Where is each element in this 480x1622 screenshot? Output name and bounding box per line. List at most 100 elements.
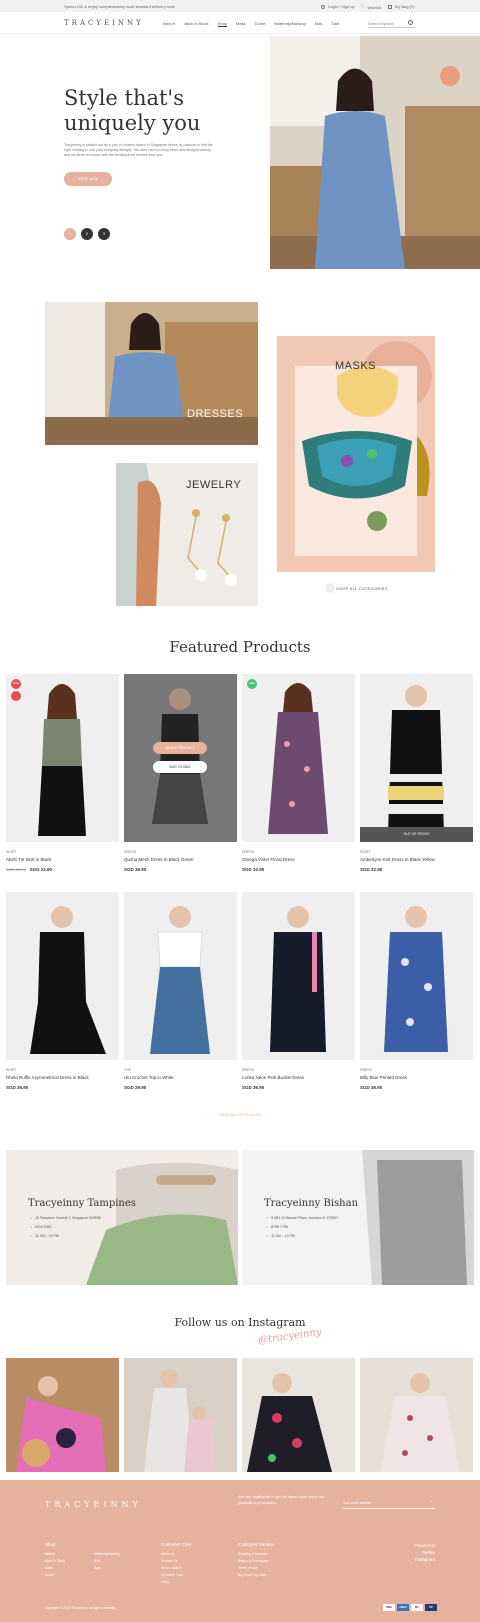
- footer-link[interactable]: Buy Now Pay Later: [238, 1572, 274, 1579]
- category-dresses[interactable]: DRESSES: [45, 302, 258, 445]
- search-icon[interactable]: [408, 20, 413, 25]
- view-all-products-link[interactable]: VIEW ALL PRODUCTS: [0, 1112, 480, 1117]
- footer: TRACYEINNY Join our mailing list to get …: [0, 1480, 480, 1622]
- instagram-photo-1: [6, 1358, 119, 1472]
- arrow-right-icon[interactable]: ›: [430, 1499, 432, 1505]
- footer-link[interactable]: Curve: [45, 1572, 65, 1579]
- product-image-7[interactable]: [242, 892, 355, 1060]
- instagram-post-3[interactable]: [242, 1358, 355, 1472]
- category-jewelry[interactable]: JEWELRY: [116, 463, 258, 606]
- product-photo-5: [6, 892, 119, 1060]
- nav-item-curve[interactable]: Curve: [255, 21, 266, 27]
- instagram-post-2[interactable]: [124, 1358, 237, 1472]
- chevron-right-icon: [325, 583, 335, 593]
- footer-link[interactable]: Kids: [94, 1558, 120, 1565]
- product-image-8[interactable]: [360, 892, 473, 1060]
- nav-item-shop[interactable]: Shop: [217, 21, 228, 27]
- top-bar: Spend 100 & enjoy complimentary local st…: [0, 0, 480, 12]
- footer-logo[interactable]: TRACYEINNY: [45, 1500, 142, 1509]
- footer-link[interactable]: FAQs: [161, 1579, 192, 1586]
- product-card-3: DRESS Omega Violet Floral Dress SGD 32.9…: [242, 850, 295, 872]
- product-image-6[interactable]: [124, 892, 237, 1060]
- instagram-post-1[interactable]: [6, 1358, 119, 1472]
- nav-item-new-in[interactable]: New In: [163, 21, 175, 27]
- bag-link[interactable]: My Bag (0): [388, 4, 415, 9]
- wishlist-link[interactable]: ♡ Wishlist: [360, 4, 381, 10]
- footer-link[interactable]: Customer Care: [161, 1572, 192, 1579]
- slide-dot-3[interactable]: 3: [98, 228, 110, 240]
- store-card-bishan[interactable]: Tracyeinny Bishan ● 9 #B1-10 Bishan Place…: [242, 1150, 474, 1285]
- visa-icon: VISA: [383, 1604, 395, 1611]
- newsletter-email-input[interactable]: Your email address: [343, 1499, 435, 1509]
- instagram-post-4[interactable]: [360, 1358, 473, 1472]
- footer-col-shop-2: Maternity/Nursing Kids Sale: [94, 1542, 120, 1572]
- footer-link[interactable]: Mask: [45, 1565, 65, 1572]
- heart-icon: ♡: [360, 4, 365, 10]
- instagram-handle[interactable]: @tracyeinny: [258, 1327, 323, 1347]
- shop-all-categories-link[interactable]: SHOP ALL CATEGORIES: [336, 586, 388, 591]
- instagram-photo-2: [124, 1358, 237, 1472]
- category-dresses-label: DRESSES: [187, 408, 244, 420]
- store-card-tampines[interactable]: Tracyeinny Tampines ● 10 Tampines Central…: [6, 1150, 238, 1285]
- logo[interactable]: TRACYEINNY: [64, 19, 144, 27]
- location-icon: ●: [30, 1216, 33, 1220]
- product-card-2: DRESS Qusha Mesh Dress In Black Green SG…: [124, 850, 194, 872]
- nav-item-mask[interactable]: Mask: [236, 21, 246, 27]
- footer-link[interactable]: Maternity/Nursing: [94, 1551, 120, 1558]
- product-photo-2: [124, 674, 237, 842]
- product-image-5[interactable]: [6, 892, 119, 1060]
- product-image-1[interactable]: [6, 674, 119, 842]
- footer-link[interactable]: Shipping & Delivery: [238, 1551, 274, 1558]
- featured-title: Featured Products: [169, 638, 311, 656]
- product-card-5: SKIRT Rhela Ruffle Asymmetrical Dress in…: [6, 1068, 89, 1090]
- quick-view-button[interactable]: QUICK PRODUCT: [153, 742, 207, 754]
- dresses-photo: [45, 302, 258, 445]
- copyright: Copyright © 2020 Tracyeinny. All rights …: [45, 1606, 117, 1610]
- slide-dot-1[interactable]: 1: [64, 228, 76, 240]
- nav-item-sale[interactable]: Sale: [331, 21, 339, 27]
- footer-col-service: Customer Service Shipping & Delivery Ret…: [238, 1542, 274, 1579]
- footer-social: Facebook Twitter Instagram: [395, 1542, 435, 1563]
- location-icon: ●: [266, 1216, 269, 1220]
- slide-dot-2[interactable]: 2: [81, 228, 93, 240]
- footer-link[interactable]: New In: [45, 1551, 65, 1558]
- product-image-4[interactable]: [360, 674, 473, 842]
- footer-link[interactable]: Sale: [94, 1565, 120, 1572]
- paypal-icon: PP: [425, 1604, 437, 1611]
- promo-text: Spend 100 & enjoy complimentary local st…: [64, 4, 176, 9]
- footer-col-care: Customer Care About Us Contact Us Store …: [161, 1542, 192, 1586]
- product-photo-7: [242, 892, 355, 1060]
- product-image-2[interactable]: [124, 674, 237, 842]
- nav-menu: New In Back in Stock Shop Mask Curve Mat…: [163, 21, 339, 27]
- footer-col-shop: Shop New In Back in Stock Mask Curve: [45, 1542, 65, 1579]
- heart-icon[interactable]: [11, 691, 21, 701]
- nav-item-kids[interactable]: Kids: [315, 21, 323, 27]
- category-masks[interactable]: MASKS: [277, 336, 435, 572]
- footer-link[interactable]: Terms of Use: [238, 1565, 274, 1572]
- product-photo-3: [242, 674, 355, 842]
- product-card-8: DRESS Billy Blue Printed Dress SGD 36.90: [360, 1068, 408, 1090]
- login-link[interactable]: Login / Sign up: [321, 4, 355, 9]
- footer-link[interactable]: Contact Us: [161, 1558, 192, 1565]
- footer-link[interactable]: About Us: [161, 1551, 192, 1558]
- facebook-link[interactable]: Facebook: [395, 1542, 435, 1549]
- newsletter-text: Join our mailing list to get the latest …: [238, 1495, 325, 1505]
- payment-icons: VISA AMEX MC PP: [383, 1604, 437, 1611]
- bag-icon: [388, 4, 392, 9]
- instagram-link[interactable]: Instagram: [395, 1556, 435, 1563]
- footer-link[interactable]: Return & Exchanges: [238, 1558, 274, 1565]
- product-card-7: DRESS Lenka Neon Pink Buckle Dress SGD 3…: [242, 1068, 305, 1090]
- amex-icon: AMEX: [397, 1604, 409, 1611]
- twitter-link[interactable]: Twitter: [395, 1549, 435, 1556]
- product-image-3[interactable]: [242, 674, 355, 842]
- new-badge: NEW: [247, 679, 257, 689]
- product-photo-1: [6, 674, 119, 842]
- footer-link[interactable]: Back in Stock: [45, 1558, 65, 1565]
- nav-item-maternity[interactable]: Maternity/Nursing: [274, 21, 305, 27]
- shop-now-button[interactable]: SHOP NOW: [64, 172, 112, 186]
- instagram-title: Follow us on Instagram: [174, 1316, 306, 1329]
- footer-link[interactable]: Store Locator: [161, 1565, 192, 1572]
- add-to-bag-button[interactable]: ADD TO BAG: [153, 761, 207, 773]
- nav-item-back-in-stock[interactable]: Back in Stock: [184, 21, 208, 27]
- product-card-1: SKIRT Akshi Tie Skirt in Black SGD 35.90…: [6, 850, 53, 872]
